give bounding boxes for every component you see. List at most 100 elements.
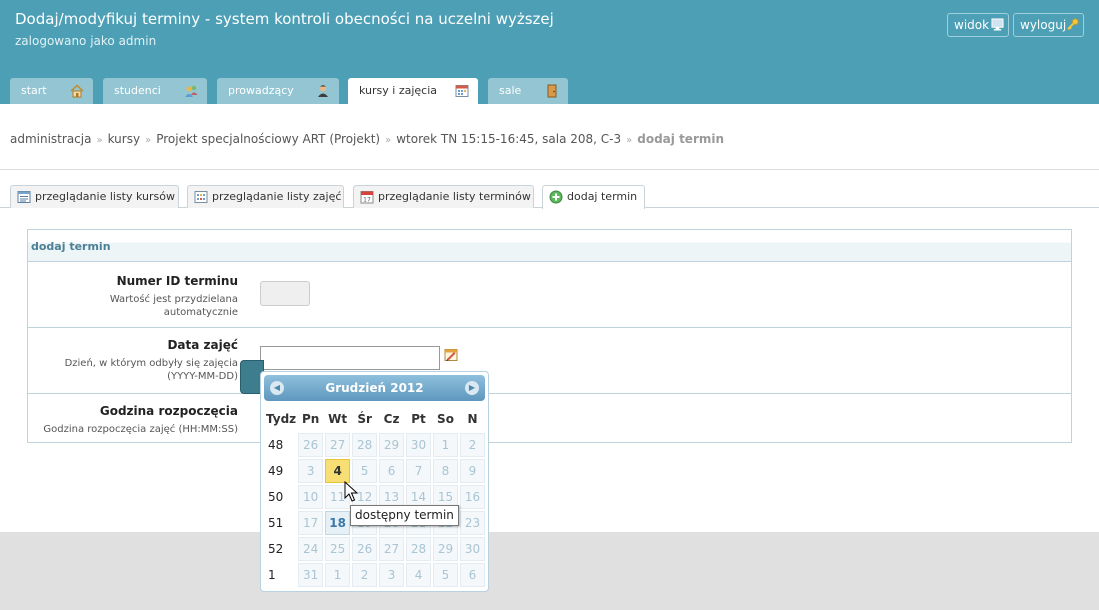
tab-start-label: start xyxy=(21,84,47,97)
calendar-day[interactable]: 5 xyxy=(433,563,458,587)
calendar-day[interactable]: 9 xyxy=(459,459,485,483)
calendar-grid: Tydz Pn Wt Śr Cz Pt So N 48 26 27 28 29 30 1 2 4… xyxy=(264,405,487,589)
calendar-day[interactable]: 6 xyxy=(459,563,485,587)
logged-in-user: zalogowano jako admin xyxy=(15,34,157,48)
breadcrumb-item[interactable]: wtorek TN 15:15-16:45, sala 208, C-3 xyxy=(396,132,621,146)
calendar-day[interactable]: 4 xyxy=(325,459,351,483)
calendar-day[interactable]: 27 xyxy=(379,537,405,561)
form-row-id: Numer ID terminu Wartość jest przydziela… xyxy=(28,262,1071,328)
calendar-day[interactable]: 4 xyxy=(406,563,432,587)
calendar-day[interactable]: 28 xyxy=(406,537,432,561)
calendar-day[interactable]: 3 xyxy=(298,459,324,483)
calendar-weekday-header: Cz xyxy=(383,412,400,426)
next-month-icon[interactable]: ▶ xyxy=(465,381,479,395)
calendar-icon: 17 xyxy=(360,191,374,204)
calendar-weekday-header: Śr xyxy=(357,412,372,426)
calendar-day[interactable]: 26 xyxy=(352,537,378,561)
calendar-day[interactable]: 29 xyxy=(379,433,405,457)
students-icon xyxy=(185,85,198,97)
field-hint: Godzina rozpoczęcia zajęć (HH:MM:SS) xyxy=(43,424,238,435)
mouse-cursor-icon xyxy=(344,481,358,502)
logout-button-label: wyloguj xyxy=(1020,18,1067,32)
calendar-day[interactable]: 5 xyxy=(352,459,378,483)
date-input[interactable] xyxy=(260,346,440,370)
calendar-week-row: 1 31 1 2 3 4 5 6 xyxy=(266,563,485,587)
field-label: Data zajęć xyxy=(167,338,238,352)
tab-students-label: studenci xyxy=(114,84,161,97)
calendar-weekday-header: So xyxy=(437,412,454,426)
subtab-label: przeglądanie listy zajęć xyxy=(212,190,342,203)
subtab-classes-list[interactable]: przeglądanie listy zajęć xyxy=(187,185,344,208)
calendar-weekday-header: Wt xyxy=(328,412,348,426)
monitor-icon xyxy=(991,18,1004,31)
breadcrumb-item[interactable]: Projekt specjalnościowy ART (Projekt) xyxy=(156,132,380,146)
breadcrumb-item[interactable]: kursy xyxy=(108,132,140,146)
view-button-label: widok xyxy=(954,18,990,32)
app-header: Dodaj/modyfikuj terminy - system kontrol… xyxy=(0,0,1099,104)
calendar-day[interactable]: 6 xyxy=(379,459,405,483)
calendar-week-number: 48 xyxy=(266,433,297,457)
logout-button[interactable]: wyloguj xyxy=(1013,13,1084,37)
calendar-day[interactable]: 18 xyxy=(325,511,351,535)
calendar-day[interactable]: 1 xyxy=(433,433,458,457)
door-icon xyxy=(547,84,557,98)
add-icon xyxy=(549,190,563,204)
grid-icon xyxy=(194,191,208,203)
subtab-courses-list[interactable]: przeglądanie listy kursów xyxy=(10,185,179,208)
calendar-day[interactable]: 25 xyxy=(325,537,351,561)
calendar-day[interactable]: 29 xyxy=(433,537,458,561)
form-row-start-time: Godzina rozpoczęcia Godzina rozpoczęcia … xyxy=(28,394,1071,443)
tab-teachers-label: prowadzący xyxy=(228,84,294,97)
calendar-day[interactable]: 30 xyxy=(406,433,432,457)
calendar-week-number: 51 xyxy=(266,511,297,535)
add-term-form: dodaj termin Numer ID terminu Wartość je… xyxy=(27,229,1072,443)
breadcrumb-separator: » xyxy=(626,135,633,146)
term-id-field xyxy=(260,281,310,306)
tab-rooms[interactable]: sale xyxy=(488,78,568,104)
calendar-day[interactable]: 7 xyxy=(406,459,432,483)
subtab-label: przeglądanie listy kursów xyxy=(35,190,175,203)
calendar-day[interactable]: 24 xyxy=(298,537,324,561)
calendar-day[interactable]: 26 xyxy=(298,433,324,457)
tab-rooms-label: sale xyxy=(499,84,522,97)
field-label: Godzina rozpoczęcia xyxy=(99,404,238,418)
calendar-day[interactable]: 23 xyxy=(459,511,485,535)
tab-start[interactable]: start xyxy=(10,78,93,104)
breadcrumb-item[interactable]: administracja xyxy=(10,132,91,146)
calendar-day[interactable]: 28 xyxy=(352,433,378,457)
calendar-week-row: 49 3 4 5 6 7 8 9 xyxy=(266,459,485,483)
tab-teachers[interactable]: prowadzący xyxy=(217,78,339,104)
calendar-day[interactable]: 2 xyxy=(352,563,378,587)
view-button[interactable]: widok xyxy=(947,13,1009,37)
footer-bar xyxy=(0,532,1099,610)
calendar-day[interactable]: 30 xyxy=(459,537,485,561)
calendar-day[interactable]: 3 xyxy=(379,563,405,587)
calendar-picker-icon[interactable] xyxy=(444,348,458,362)
calendar-day[interactable]: 17 xyxy=(298,511,324,535)
tab-students[interactable]: studenci xyxy=(103,78,207,104)
calendar-day[interactable]: 2 xyxy=(459,433,485,457)
calendar-day[interactable]: 16 xyxy=(459,485,485,509)
breadcrumb-current: dodaj termin xyxy=(637,132,725,146)
teacher-icon xyxy=(318,85,328,97)
calendar-weekday-header: N xyxy=(467,412,478,426)
calendar-week-number: 52 xyxy=(266,537,297,561)
form-title: dodaj termin xyxy=(28,230,1071,262)
page-title: Dodaj/modyfikuj terminy - system kontrol… xyxy=(15,10,554,28)
calendar-day[interactable]: 10 xyxy=(298,485,324,509)
subtab-label: przeglądanie listy terminów xyxy=(378,190,531,203)
divider xyxy=(0,169,1099,170)
subtab-add-term[interactable]: dodaj termin xyxy=(542,185,645,209)
calendar-day[interactable]: 27 xyxy=(325,433,351,457)
date-picker-popup: ◀ Grudzień 2012 ▶ Tydz Pn Wt Śr Cz Pt So… xyxy=(260,371,489,592)
list-icon xyxy=(17,191,31,203)
calendar-day[interactable]: 31 xyxy=(298,563,324,587)
subtab-terms-list[interactable]: 17 przeglądanie listy terminów xyxy=(353,185,534,208)
prev-month-icon[interactable]: ◀ xyxy=(270,381,284,395)
calendar-day[interactable]: 8 xyxy=(433,459,458,483)
calendar-month-title: Grudzień 2012 xyxy=(325,381,424,395)
calendar-weekday-header: Pn xyxy=(301,412,320,426)
calendar-day[interactable]: 1 xyxy=(325,563,351,587)
tab-courses[interactable]: kursy i zajęcia xyxy=(348,78,478,104)
home-icon xyxy=(70,84,84,98)
